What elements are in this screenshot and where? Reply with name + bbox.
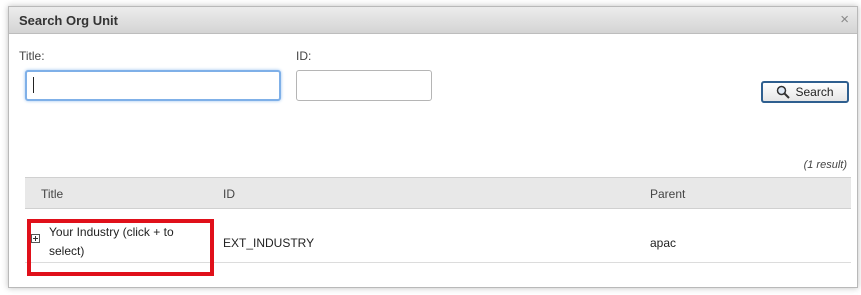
column-header-id[interactable]: ID — [223, 187, 235, 201]
title-input[interactable] — [25, 70, 281, 101]
row-title[interactable]: Your Industry (click + to select) — [49, 223, 209, 261]
column-header-title[interactable]: Title — [41, 187, 63, 201]
table-header: Title ID Parent — [25, 177, 851, 209]
search-button[interactable]: Search — [761, 81, 849, 103]
search-org-unit-dialog: Search Org Unit × Title: ID: Search (1 r… — [8, 6, 858, 288]
expand-plus-icon[interactable] — [31, 234, 40, 243]
result-count: (1 result) — [803, 159, 847, 171]
search-icon — [776, 85, 791, 99]
text-caret — [33, 77, 34, 93]
id-label: ID: — [296, 49, 312, 63]
row-id: EXT_INDUSTRY — [223, 236, 315, 250]
search-button-label: Search — [795, 85, 834, 99]
row-parent: apac — [650, 236, 677, 250]
dialog-title: Search Org Unit — [19, 13, 118, 28]
column-header-parent[interactable]: Parent — [650, 187, 685, 201]
close-icon[interactable]: × — [840, 12, 849, 27]
table-row[interactable]: Your Industry (click + to select) EXT_IN… — [25, 209, 851, 263]
id-input[interactable] — [296, 70, 432, 101]
dialog-titlebar: Search Org Unit × — [9, 7, 857, 34]
title-label: Title: — [19, 49, 45, 63]
